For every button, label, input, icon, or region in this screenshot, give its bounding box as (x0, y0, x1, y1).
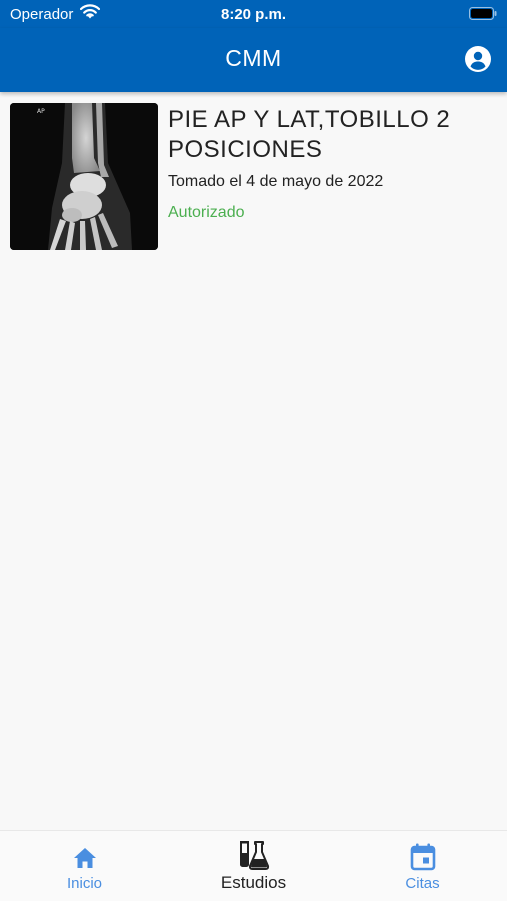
study-title: PIE AP Y LAT,TOBILLO 2 POSICIONES (168, 106, 451, 163)
app-title: CMM (225, 45, 282, 71)
study-status: Autorizado (168, 204, 245, 221)
battery-icon (469, 7, 497, 20)
tab-citas[interactable]: Citas (338, 831, 507, 901)
status-time: 8:20 p.m. (220, 6, 287, 23)
tab-estudios[interactable]: Estudios (169, 831, 338, 901)
xray-thumbnail: AP (10, 103, 158, 250)
account-circle-icon[interactable] (465, 46, 491, 72)
tab-inicio[interactable]: Inicio (0, 831, 169, 901)
tab-estudios-label: Estudios (220, 873, 287, 892)
tab-citas-label: Citas (405, 875, 440, 892)
tab-inicio-label: Inicio (66, 875, 103, 892)
xray-marker-label: AP (37, 108, 45, 115)
home-icon (73, 848, 96, 868)
app-bar: CMM (0, 28, 507, 92)
study-list-item[interactable]: AP PIE AP Y LAT,TOBILLO 2 POSICIONES Tom… (10, 103, 500, 251)
xray-image (10, 103, 158, 250)
lab-flasks-icon (239, 841, 269, 870)
calendar-icon (410, 843, 435, 871)
study-date: Tomado el 4 de mayo de 2022 (168, 173, 384, 190)
status-bar: Operador 8:20 p.m. (0, 0, 507, 28)
bottom-tab-bar: Inicio Estudios Citas (0, 830, 507, 901)
